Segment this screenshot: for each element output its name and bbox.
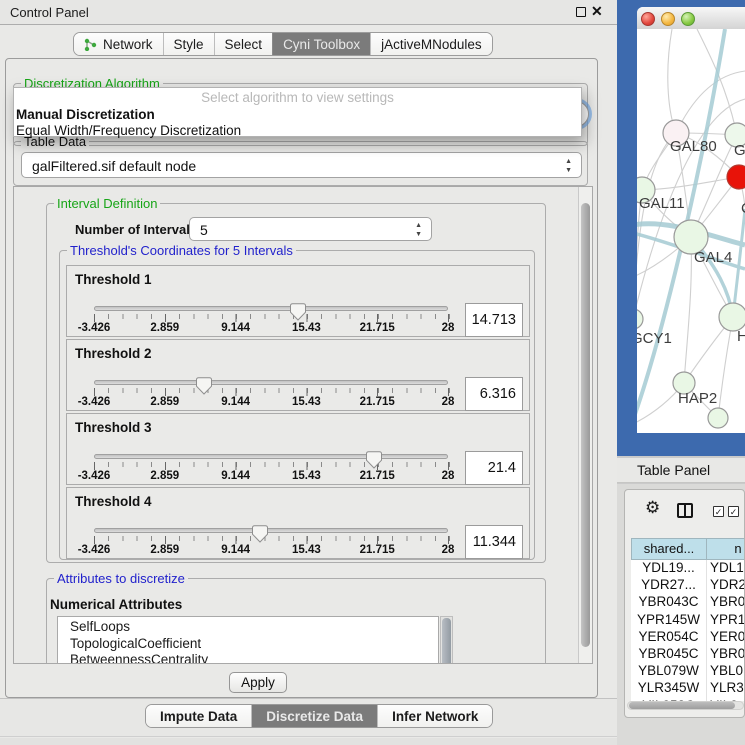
numerical-attributes-label: Numerical Attributes <box>50 597 182 612</box>
table-row[interactable]: YBR045CYBR0 <box>631 646 745 663</box>
checkbox-icon[interactable]: ✓ <box>728 506 739 517</box>
thresholds-group: Threshold's Coordinates for 5 Intervals … <box>59 250 535 560</box>
checkbox-icon[interactable]: ✓ <box>713 506 724 517</box>
horizontal-scrollbar[interactable] <box>627 701 744 710</box>
threshold-2-value-field[interactable]: 6.316 <box>465 377 523 411</box>
interval-definition-group: Interval Definition Number of Intervals … <box>46 203 546 563</box>
number-of-intervals-combobox[interactable]: 5 ▲▼ <box>189 217 432 241</box>
node-gcy1 <box>637 309 643 329</box>
node-label: GAL4 <box>694 249 732 266</box>
table-row[interactable]: YDL19...YDL1 <box>631 560 745 577</box>
list-item[interactable]: BetweennessCentrality <box>58 652 438 664</box>
threshold-4-value-field[interactable]: 11.344 <box>465 525 523 559</box>
algorithm-dropdown-popup: Select algorithm to view settings Manual… <box>13 87 582 137</box>
threshold-2-panel: Threshold 2 -3.426 2.859 9.144 15.43 <box>66 339 530 411</box>
column-header-shared-name[interactable]: shared... <box>631 538 707 560</box>
threshold-1-panel: Threshold 1 -3.426 2.859 9.144 15.43 <box>66 265 530 337</box>
network-window[interactable]: GAL80 GA C GAL11 GAL4 GCY1 H HAP2 <box>637 7 745 433</box>
table-row[interactable]: YLR345WYLR3 <box>631 680 745 697</box>
tab-select[interactable]: Select <box>214 33 273 55</box>
table-data-combobox[interactable]: galFiltered.sif default node ▲▼ <box>21 152 582 178</box>
tab-network-label: Network <box>103 37 153 52</box>
node-table[interactable]: YDL19...YDL1 YDR27...YDR2 YBR043CYBR0 YP… <box>631 560 745 701</box>
threshold-1-slider[interactable]: -3.426 2.859 9.144 15.43 21.715 28 <box>92 299 450 339</box>
tab-jactivemnodules[interactable]: jActiveMNodules <box>370 33 492 55</box>
combo-stepper-icon: ▲▼ <box>415 221 422 239</box>
threshold-3-slider[interactable]: -3.426 2.859 9.144 15.43 21.715 28 <box>92 447 450 487</box>
zoom-traffic-light-icon[interactable] <box>681 12 695 26</box>
table-row[interactable]: YDR27...YDR2 <box>631 577 745 594</box>
list-item[interactable]: TopologicalCoefficient <box>58 636 438 653</box>
close-traffic-light-icon[interactable] <box>641 12 655 26</box>
split-columns-icon[interactable] <box>677 503 693 518</box>
float-window-icon[interactable] <box>576 7 586 17</box>
attributes-group: Attributes to discretize Numerical Attri… <box>46 578 546 664</box>
table-row[interactable]: YBR043CYBR0 <box>631 594 745 611</box>
table-panel-title: Table Panel <box>637 462 710 478</box>
table-row[interactable]: YBL079WYBL0 <box>631 663 745 680</box>
threshold-4-panel: Threshold 4 -3.426 2.859 9.144 15.43 <box>66 487 530 559</box>
scrollbar-thumb[interactable] <box>442 618 451 664</box>
node-label: GAL80 <box>670 138 717 155</box>
scrollbar-thumb[interactable] <box>581 203 590 647</box>
panel-title: Control Panel <box>10 5 89 20</box>
scrollbar-thumb[interactable] <box>629 702 735 709</box>
node-table-card: ⚙ ✓ ✓ shared... n YDL19...YDL1 YDR27...Y… <box>624 489 745 718</box>
tab-style[interactable]: Style <box>163 33 214 55</box>
vertical-scrollbar[interactable] <box>578 187 592 663</box>
table-data-value: galFiltered.sif default node <box>32 158 196 174</box>
number-of-intervals-label: Number of Intervals <box>75 222 197 237</box>
network-window-titlebar[interactable] <box>637 7 745 30</box>
attributes-list-scrollbar[interactable] <box>440 616 453 664</box>
dropdown-option-equal-width[interactable]: Equal Width/Frequency Discretization <box>14 123 581 139</box>
node-label: GCY1 <box>637 330 672 347</box>
node-label: HAP2 <box>678 390 717 407</box>
table-row[interactable]: YPR145WYPR1 <box>631 612 745 629</box>
interval-definition-title: Interval Definition <box>54 196 160 211</box>
tab-infer-network[interactable]: Infer Network <box>377 705 492 727</box>
thresholds-group-title: Threshold's Coordinates for 5 Intervals <box>67 243 296 258</box>
node-label: C <box>741 200 745 217</box>
top-tab-bar: Network Style Select Cyni Toolbox jActiv… <box>73 32 493 56</box>
network-canvas[interactable]: GAL80 GA C GAL11 GAL4 GCY1 H HAP2 <box>637 29 745 433</box>
threshold-3-panel: Threshold 3 -3.426 2.859 9.144 15.43 <box>66 413 530 485</box>
node-selected-red <box>727 165 745 189</box>
tab-impute-data[interactable]: Impute Data <box>146 705 251 727</box>
attributes-list[interactable]: SelfLoops TopologicalCoefficient Between… <box>57 616 439 664</box>
node-label: H <box>737 328 745 345</box>
combo-stepper-icon: ▲▼ <box>565 157 572 175</box>
attributes-group-title: Attributes to discretize <box>54 571 188 586</box>
list-item[interactable]: SelfLoops <box>58 619 438 636</box>
network-icon <box>84 38 97 51</box>
threshold-1-value-field[interactable]: 14.713 <box>465 303 523 337</box>
close-icon[interactable]: ✕ <box>591 3 603 20</box>
bottom-tab-bar: Impute Data Discretize Data Infer Networ… <box>145 704 493 728</box>
node-label: GA <box>734 142 745 159</box>
tab-network[interactable]: Network <box>74 33 163 55</box>
tab-discretize-data[interactable]: Discretize Data <box>251 705 377 727</box>
network-graph: GAL80 GA C GAL11 GAL4 GCY1 H HAP2 <box>637 29 745 433</box>
column-header-name[interactable]: n <box>706 538 745 560</box>
node-right <box>719 303 745 331</box>
threshold-3-value-field[interactable]: 21.4 <box>465 451 523 485</box>
node-bottom <box>708 408 728 428</box>
threshold-2-slider[interactable]: -3.426 2.859 9.144 15.43 21.715 28 <box>92 373 450 413</box>
table-row[interactable]: YER054CYER0 <box>631 629 745 646</box>
control-panel-titlebar: Control Panel ✕ <box>0 0 617 25</box>
apply-button[interactable]: Apply <box>229 672 287 693</box>
gear-icon[interactable]: ⚙ <box>645 498 660 518</box>
dropdown-hint: Select algorithm to view settings <box>14 88 581 107</box>
threshold-4-slider[interactable]: -3.426 2.859 9.144 15.43 21.715 28 <box>92 521 450 561</box>
dropdown-option-manual[interactable]: Manual Discretization <box>14 107 581 123</box>
settings-scroll-area: Interval Definition Number of Intervals … <box>13 186 593 664</box>
tab-cyni-toolbox[interactable]: Cyni Toolbox <box>272 33 370 55</box>
node-label: GAL11 <box>639 195 685 212</box>
minimize-traffic-light-icon[interactable] <box>661 12 675 26</box>
